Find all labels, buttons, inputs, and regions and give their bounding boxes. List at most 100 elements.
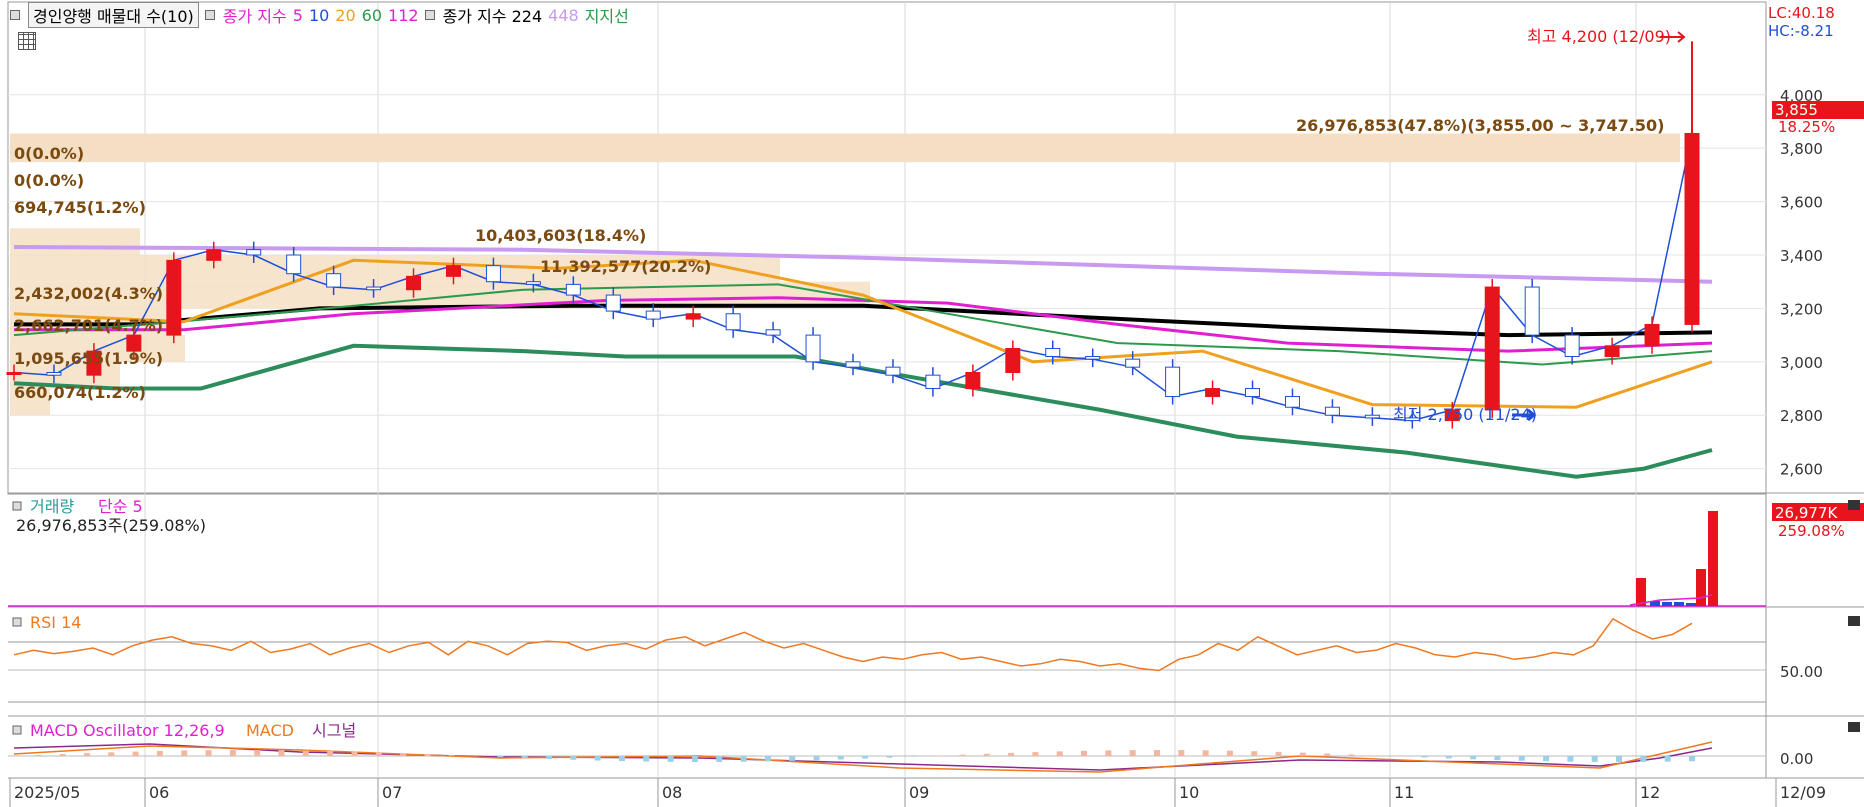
candle bbox=[406, 275, 422, 291]
chart-canvas: 4,0003,8003,6003,4003,2003,0002,8002,600… bbox=[6, 1, 1864, 807]
macd-bar bbox=[1664, 756, 1671, 762]
candle bbox=[6, 372, 22, 376]
macd-bar bbox=[351, 751, 358, 756]
volume-bar bbox=[1636, 578, 1646, 606]
volume-bar bbox=[1674, 602, 1684, 606]
ma-112[interactable]: 112 bbox=[388, 6, 419, 25]
support-line-label[interactable]: 지지선 bbox=[585, 3, 629, 27]
candle bbox=[166, 259, 182, 336]
x-axis-label: 08 bbox=[662, 783, 682, 802]
candle bbox=[1125, 358, 1141, 368]
candle bbox=[965, 372, 981, 390]
macd-bar bbox=[1275, 751, 1282, 756]
candle bbox=[46, 372, 62, 376]
x-axis-label: 10 bbox=[1179, 783, 1199, 802]
macd-bar bbox=[691, 756, 698, 762]
hc-label: HC:-8.21 bbox=[1768, 22, 1834, 40]
close-icon[interactable] bbox=[1848, 722, 1860, 732]
macd-bar bbox=[1591, 756, 1598, 762]
volume-ma-label: 단순 5 bbox=[98, 497, 143, 516]
candle bbox=[1604, 345, 1620, 357]
macd-bar bbox=[862, 756, 869, 759]
ma-60[interactable]: 60 bbox=[362, 6, 382, 25]
price-tick-label: 3,400 bbox=[1780, 247, 1823, 265]
macd-bar bbox=[1543, 756, 1550, 762]
macd-bar bbox=[254, 750, 261, 756]
macd-bar bbox=[813, 756, 820, 761]
calculator-icon[interactable] bbox=[18, 32, 36, 50]
macd-bar bbox=[424, 754, 431, 756]
volume-bar bbox=[1696, 569, 1706, 606]
price-tick-label: 3,600 bbox=[1780, 194, 1823, 212]
macd-bar bbox=[1494, 756, 1501, 761]
ma-448[interactable]: 448 bbox=[548, 6, 579, 25]
legend-title[interactable]: 경인양행 매물대 수(10) bbox=[28, 2, 199, 28]
macd-bar bbox=[156, 750, 163, 756]
close-icon[interactable] bbox=[1848, 616, 1860, 626]
macd-bar bbox=[1689, 756, 1695, 762]
vp-label: 694,745(1.2%) bbox=[14, 198, 146, 217]
price-tick-label: 3,800 bbox=[1780, 140, 1823, 158]
close-icon[interactable] bbox=[1848, 500, 1860, 510]
macd-bar bbox=[716, 756, 723, 762]
ma-20[interactable]: 20 bbox=[335, 6, 355, 25]
legend-box-icon[interactable] bbox=[204, 10, 215, 20]
candle bbox=[605, 294, 621, 312]
candle bbox=[246, 249, 262, 256]
candle bbox=[286, 254, 302, 275]
ma-long-label[interactable]: 종가 지수 224 bbox=[443, 3, 543, 27]
candle bbox=[366, 286, 382, 291]
x-axis-label: 11 bbox=[1394, 783, 1414, 802]
candle bbox=[1005, 347, 1021, 374]
macd-bar bbox=[789, 756, 796, 761]
ma-5[interactable]: 5 bbox=[293, 6, 303, 25]
candle bbox=[525, 281, 541, 285]
vp-label: 11,392,577(20.2%) bbox=[540, 257, 711, 276]
candle bbox=[685, 313, 701, 320]
x-axis-label: 07 bbox=[382, 783, 402, 802]
candle bbox=[845, 361, 861, 368]
vp-bar bbox=[10, 228, 140, 255]
candle bbox=[885, 366, 901, 376]
price-tick-label: 2,600 bbox=[1780, 461, 1823, 479]
vp-top-label: 26,976,853(47.8%)(3,855.00 ~ 3,747.50) bbox=[1296, 116, 1664, 135]
macd-bar bbox=[83, 753, 90, 756]
macd-bar bbox=[983, 753, 990, 756]
macd-bar bbox=[35, 755, 42, 756]
legend-box-icon[interactable] bbox=[10, 10, 20, 20]
candle bbox=[445, 265, 461, 277]
macd-bar bbox=[1616, 756, 1623, 762]
vp-label: 2,662,701(4.7%) bbox=[14, 316, 163, 335]
ma-10[interactable]: 10 bbox=[309, 6, 329, 25]
candle bbox=[206, 249, 222, 261]
candle bbox=[1045, 347, 1061, 357]
legend-box-icon[interactable] bbox=[424, 10, 435, 20]
macd-bar bbox=[1202, 750, 1209, 756]
chart-legend: 경인양행 매물대 수(10) 종가 지수 5 10 20 60 112 종가 지… bbox=[10, 2, 629, 28]
ma-label[interactable]: 종가 지수 bbox=[223, 3, 287, 27]
candle bbox=[805, 334, 821, 363]
macd-bar bbox=[1226, 750, 1233, 756]
macd-tick: 0.00 bbox=[1780, 750, 1813, 768]
current-price-badge: 3,855 bbox=[1775, 101, 1818, 119]
macd-bar bbox=[448, 755, 455, 756]
candle bbox=[565, 283, 581, 296]
candle bbox=[1684, 132, 1700, 325]
candle bbox=[645, 310, 661, 320]
volume-bar bbox=[1662, 602, 1672, 606]
macd-bar bbox=[1153, 750, 1160, 756]
macd-bar bbox=[1178, 750, 1185, 756]
macd-bar bbox=[546, 756, 553, 760]
macd-bar bbox=[1056, 751, 1063, 756]
vp-label: 2,432,002(4.3%) bbox=[14, 284, 163, 303]
macd-bar bbox=[1445, 756, 1452, 759]
x-axis-label: 12 bbox=[1640, 783, 1660, 802]
macd-bar bbox=[278, 750, 285, 756]
lc-label: LC:40.18 bbox=[1768, 4, 1835, 22]
macd-bar bbox=[1372, 755, 1379, 756]
macd-bar bbox=[205, 750, 212, 756]
vp-label: 660,074(1.2%) bbox=[14, 383, 146, 402]
price-tick-label: 3,200 bbox=[1780, 300, 1823, 318]
rsi-line bbox=[13, 617, 1693, 672]
price-tick-label: 3,000 bbox=[1780, 354, 1823, 372]
